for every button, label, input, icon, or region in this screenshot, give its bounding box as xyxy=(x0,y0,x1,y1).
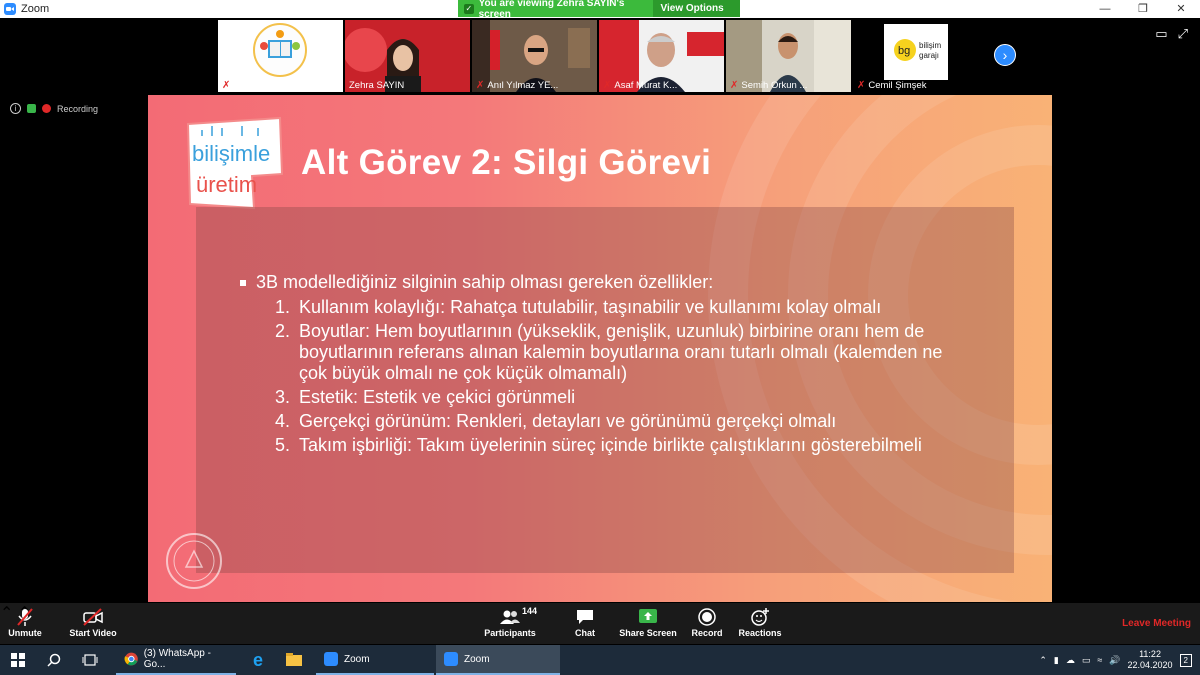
list-item: 2. Boyutlar: Hem boyutlarının (yükseklik,… xyxy=(275,321,943,383)
logo-top-text: bilişimle xyxy=(192,141,270,166)
muted-mic-icon: ✗ xyxy=(730,80,739,91)
start-video-button[interactable]: Start Video xyxy=(68,606,118,638)
next-participants-button[interactable]: › xyxy=(994,44,1016,66)
zoom-app-icon xyxy=(4,3,16,15)
bullet-text: 3B modellediğiniz silginin sahip olması … xyxy=(256,272,714,292)
video-off-icon xyxy=(83,608,103,626)
speaker-view-icon[interactable]: ▭ xyxy=(1155,26,1167,42)
participant-name: ✗ Asaf Murat K... xyxy=(603,80,678,91)
list-item: 5. Takım işbirliği: Takım üyelerinin süre… xyxy=(275,435,922,455)
task-view-button[interactable] xyxy=(72,645,108,675)
participant-name: ✗ Cemil Şimşek xyxy=(857,80,927,91)
battery-icon[interactable]: ▮ xyxy=(1054,655,1059,666)
minimize-button[interactable]: — xyxy=(1086,0,1124,18)
restore-button[interactable]: ❐ xyxy=(1124,0,1162,18)
shield-icon: ✓ xyxy=(464,3,474,14)
participant-tile[interactable]: ✗ Berru SAGIR - ... xyxy=(218,20,343,92)
list-item: 4. Gerçekçi görünüm: Renkleri, detayları … xyxy=(275,411,837,431)
info-icon[interactable]: i xyxy=(10,103,21,114)
windows-logo-icon xyxy=(11,653,25,667)
ministry-seal-watermark xyxy=(166,533,222,589)
muted-mic-icon: ✗ xyxy=(476,80,485,91)
view-options-button[interactable]: View Options ⌄ xyxy=(652,0,740,31)
start-button[interactable] xyxy=(0,645,36,675)
participant-name: ✗ Semih Orkun ... xyxy=(730,80,808,91)
internet-explorer-icon: e xyxy=(252,649,263,670)
svg-text:bg: bg xyxy=(898,45,910,57)
system-tray: ⌃ ▮ ☁ ▭ ≈ 🔊 11:22 22.04.2020 2 xyxy=(1039,645,1200,675)
requirements-list: 1. Kullanım kolaylığı: Rahatça tutulabili… xyxy=(275,297,975,459)
search-icon xyxy=(47,653,61,667)
monitor-icon[interactable]: ▭ xyxy=(1082,655,1091,666)
zoom-icon xyxy=(324,652,338,666)
participant-strip: ✗ Berru SAGIR - ... Zehra SAYIN ✗ Anıl Yıl… xyxy=(218,20,978,92)
unmute-button[interactable]: Unmute xyxy=(6,606,44,638)
participant-name: ✗ Anıl Yılmaz YE... xyxy=(476,80,559,91)
slide-bullet: 3B modellediğiniz silginin sahip olması … xyxy=(240,272,713,293)
search-button[interactable] xyxy=(36,645,72,675)
task-view-icon xyxy=(82,654,98,666)
shared-screen-slide: bilişimle üretim Alt Görev 2: Silgi Göre… xyxy=(148,95,1052,602)
tray-expand-chevron-icon[interactable]: ⌃ xyxy=(1039,655,1047,666)
cloud-icon[interactable]: ☁ xyxy=(1066,655,1075,666)
list-item: 1. Kullanım kolaylığı: Rahatça tutulabili… xyxy=(275,297,882,317)
banner-text: You are viewing Zehra SAYIN's screen xyxy=(478,0,625,20)
muted-mic-icon: ✗ xyxy=(603,80,612,91)
bilisimle-uretim-logo: bilişimle üretim xyxy=(186,116,284,210)
window-title: Zoom xyxy=(21,3,50,15)
leave-meeting-button[interactable]: Leave Meeting xyxy=(1122,618,1191,629)
chat-bubble-icon xyxy=(577,610,593,624)
svg-text:bilişim: bilişim xyxy=(919,41,942,50)
muted-microphone-icon xyxy=(17,608,33,626)
record-icon xyxy=(698,608,716,626)
fullscreen-icon[interactable]: ⤢ xyxy=(1178,26,1188,42)
slide-title: Alt Görev 2: Silgi Görevi xyxy=(301,143,712,182)
wifi-icon[interactable]: ≈ xyxy=(1097,655,1102,665)
participant-tile[interactable]: ✗ Asaf Murat K... xyxy=(599,20,724,92)
participant-tile[interactable]: ✗ Anıl Yılmaz YE... xyxy=(472,20,597,92)
view-toggle-group: ▭ ⤢ xyxy=(1155,26,1188,42)
participant-name: Zehra SAYIN xyxy=(349,80,405,91)
chat-button[interactable]: Chat xyxy=(568,606,602,638)
participant-tile[interactable]: bg bilişim garajı ✗ Cemil Şimşek xyxy=(853,20,978,92)
meeting-status-bar: i Recording xyxy=(10,103,98,114)
taskbar-app-explorer[interactable] xyxy=(276,645,312,675)
recording-dot-icon xyxy=(42,104,51,113)
zoom-icon xyxy=(444,652,458,666)
encryption-lock-icon[interactable] xyxy=(27,104,36,113)
recording-label: Recording xyxy=(57,103,99,114)
windows-taskbar: (3) WhatsApp - Go... e Zoom Zoom ⌃ ▮ ☁ ▭… xyxy=(0,645,1200,675)
muted-mic-icon: ✗ xyxy=(222,80,231,91)
svg-text:garajı: garajı xyxy=(919,51,939,60)
folder-icon xyxy=(286,653,302,666)
logo-bottom-text: üretim xyxy=(196,172,257,197)
muted-mic-icon: ✗ xyxy=(857,80,866,91)
smiley-plus-icon xyxy=(751,608,769,626)
taskbar-app-zoom[interactable]: Zoom xyxy=(316,645,434,675)
clock[interactable]: 11:22 22.04.2020 xyxy=(1128,649,1173,671)
bullet-square-icon xyxy=(240,279,246,286)
taskbar-app-ie[interactable]: e xyxy=(240,645,276,675)
list-item: 3. Estetik: Estetik ve çekici görünmeli xyxy=(275,387,576,407)
participant-name: ✗ Berru SAGIR - ... xyxy=(222,80,306,91)
meeting-toolbar: Unmute ⌃ Start Video ⌃ Participants 144 … xyxy=(0,603,1200,644)
close-button[interactable]: ✕ xyxy=(1162,0,1200,18)
participant-tile[interactable]: ✗ Semih Orkun ... xyxy=(726,20,851,92)
chrome-icon xyxy=(124,652,138,666)
participants-icon xyxy=(500,610,520,624)
taskbar-app-chrome[interactable]: (3) WhatsApp - Go... xyxy=(116,645,236,675)
reactions-button[interactable]: Reactions xyxy=(738,606,782,638)
taskbar-app-zoom-active[interactable]: Zoom xyxy=(436,645,560,675)
volume-icon[interactable]: 🔊 xyxy=(1109,655,1120,666)
participant-count: 144 xyxy=(522,606,538,616)
share-screen-button[interactable]: Share Screen xyxy=(618,606,678,638)
record-button[interactable]: Record xyxy=(690,606,724,638)
share-screen-icon xyxy=(639,609,657,623)
screen-share-banner: ✓ You are viewing Zehra SAYIN's screen V… xyxy=(458,0,740,31)
window-controls: — ❐ ✕ xyxy=(1086,0,1200,18)
participant-tile[interactable]: Zehra SAYIN xyxy=(345,20,470,92)
notifications-icon[interactable]: 2 xyxy=(1179,653,1192,667)
